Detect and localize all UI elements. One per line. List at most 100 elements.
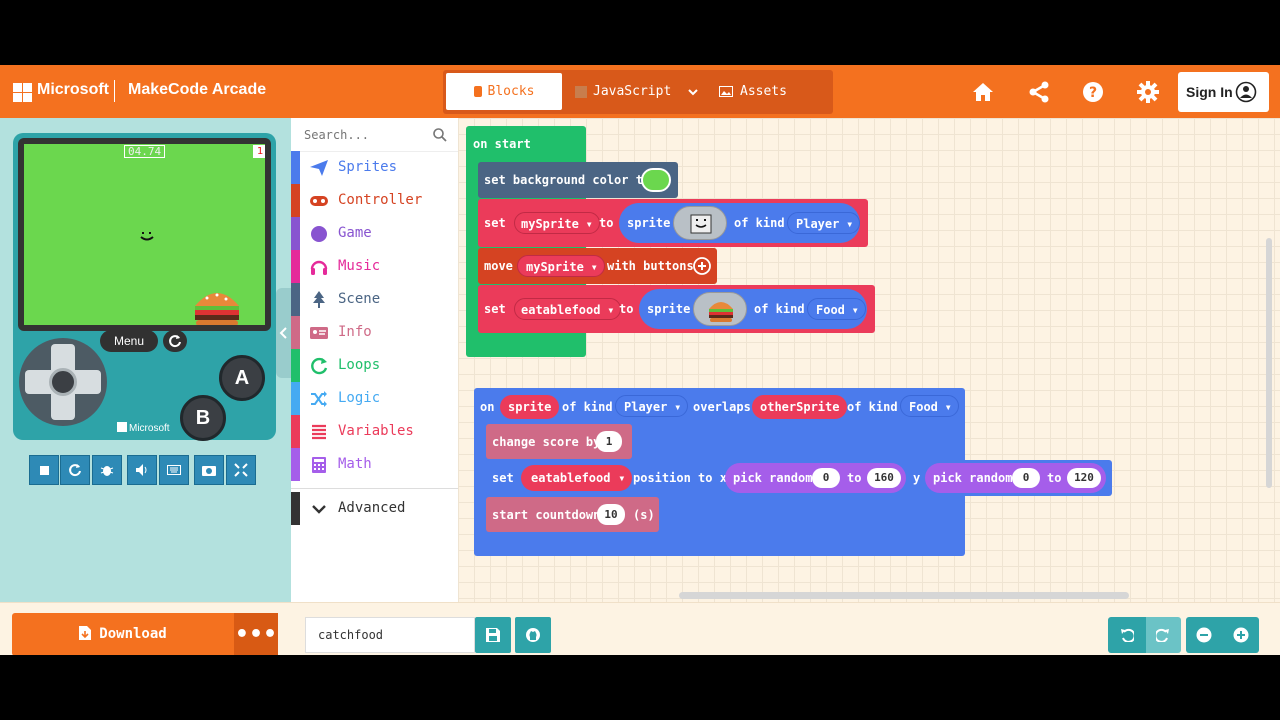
category-label: Music — [338, 258, 381, 274]
debug-button[interactable] — [92, 455, 122, 485]
set-background-block[interactable]: set background color to — [478, 162, 678, 198]
category-game[interactable]: Game — [291, 217, 458, 250]
sprite-image-picker[interactable] — [673, 206, 727, 240]
random-min-input[interactable]: 0 — [1012, 468, 1040, 488]
kind-dropdown[interactable]: Player ▾ — [615, 395, 689, 417]
player-sprite-icon — [140, 232, 154, 241]
brand-name[interactable]: Microsoft — [37, 81, 109, 99]
category-variables[interactable]: Variables — [291, 415, 458, 448]
dropdown-arrow-icon: ▾ — [618, 471, 626, 485]
category-math[interactable]: Math — [291, 448, 458, 481]
countdown-value-input[interactable]: 10 — [597, 504, 625, 525]
stop-button[interactable] — [29, 455, 59, 485]
random-max-input[interactable]: 120 — [1067, 468, 1101, 488]
sprite-image-picker[interactable] — [693, 292, 747, 326]
category-logic[interactable]: Logic — [291, 382, 458, 415]
redo-button[interactable] — [1146, 617, 1181, 653]
horizontal-scrollbar[interactable] — [679, 592, 1129, 599]
simulator-toolbar — [29, 455, 257, 485]
bug-icon — [100, 466, 114, 476]
set-eatablefood-block[interactable]: set eatablefood ▾ to sprite of kind Food ▾ — [478, 285, 875, 333]
project-name-input[interactable] — [305, 617, 475, 653]
random-min-input[interactable]: 0 — [812, 468, 840, 488]
color-swatch[interactable] — [641, 168, 671, 192]
score-value-input[interactable]: 1 — [596, 431, 622, 452]
sprite-param[interactable]: sprite — [500, 395, 560, 419]
dpad[interactable] — [19, 338, 107, 426]
tab-assets[interactable]: Assets — [708, 73, 830, 110]
tab-blocks[interactable]: Blocks — [446, 73, 562, 110]
menu-button[interactable]: Menu — [100, 330, 158, 352]
move-with-buttons-block[interactable]: move mySprite ▾ with buttons — [478, 248, 717, 284]
zoom-out-button[interactable] — [1186, 617, 1223, 653]
mysprite-dropdown[interactable]: mySprite ▾ — [514, 212, 600, 234]
app-title[interactable]: MakeCode Arcade — [128, 81, 266, 99]
list-icon — [312, 424, 326, 440]
category-advanced[interactable]: Advanced — [291, 492, 458, 525]
editor-tabs: Blocks JavaScript Assets — [443, 70, 833, 114]
change-score-label: change score by — [492, 435, 601, 449]
blocks-workspace[interactable]: on start set background color to set myS… — [458, 118, 1280, 602]
set-position-block[interactable]: set eatablefood ▾ position to x pick rand… — [486, 460, 1112, 496]
mysprite-dropdown[interactable]: mySprite ▾ — [517, 255, 605, 277]
sprite-of-kind-block[interactable]: sprite of kind Player ▾ — [619, 203, 861, 243]
search-input[interactable] — [304, 126, 424, 144]
game-screen[interactable]: 04.74 1 — [24, 144, 265, 325]
random-max-input[interactable]: 160 — [867, 468, 901, 488]
help-icon[interactable]: ? — [1081, 80, 1105, 104]
change-score-block[interactable]: change score by 1 — [486, 424, 632, 459]
kind-dropdown[interactable]: Food ▾ — [900, 395, 959, 417]
sprite-of-kind-block[interactable]: sprite of kind Food ▾ — [639, 289, 867, 329]
of-kind-label: of kind — [847, 400, 898, 414]
home-icon[interactable] — [971, 80, 995, 104]
start-countdown-block[interactable]: start countdown 10 (s) — [486, 497, 659, 532]
language-dropdown[interactable] — [680, 73, 706, 110]
tab-javascript-label: JavaScript — [593, 84, 672, 99]
start-countdown-label: start countdown — [492, 508, 601, 522]
dpad-center — [49, 368, 77, 396]
download-button[interactable]: Download — [12, 613, 234, 655]
button-b[interactable]: B — [180, 395, 226, 441]
save-button[interactable] — [475, 617, 511, 653]
settings-icon[interactable] — [1136, 80, 1160, 104]
category-info[interactable]: Info — [291, 316, 458, 349]
eatablefood-dropdown[interactable]: eatablefood ▾ — [521, 465, 633, 491]
eatablefood-dropdown[interactable]: eatablefood ▾ — [514, 298, 622, 320]
button-a[interactable]: A — [219, 355, 265, 401]
restart-button[interactable] — [163, 330, 187, 352]
github-icon — [526, 628, 540, 642]
more-options-button[interactable]: ••• — [234, 613, 278, 655]
refresh-icon — [169, 335, 181, 348]
game-console: 04.74 1 Menu A B Microsoft — [13, 133, 276, 441]
fullscreen-button[interactable] — [226, 455, 256, 485]
category-label: Math — [338, 456, 372, 472]
restart-sim-button[interactable] — [60, 455, 90, 485]
screenshot-button[interactable] — [194, 455, 224, 485]
set-mysprite-block[interactable]: set mySprite ▾ to sprite of kind Player ▾ — [478, 199, 868, 247]
category-music[interactable]: Music — [291, 250, 458, 283]
zoom-in-button[interactable] — [1223, 617, 1259, 653]
ellipsis-icon: ••• — [234, 622, 278, 647]
keyboard-button[interactable] — [159, 455, 189, 485]
category-controller[interactable]: Controller — [291, 184, 458, 217]
of-kind-label: of kind — [754, 302, 805, 316]
collapse-simulator-button[interactable] — [276, 288, 291, 378]
tab-javascript[interactable]: JavaScript — [563, 73, 680, 110]
pick-random-y-block[interactable]: pick random 0 to 120 — [925, 463, 1106, 493]
undo-button[interactable] — [1108, 617, 1146, 653]
category-loops[interactable]: Loops — [291, 349, 458, 382]
sign-in-button[interactable]: Sign In — [1178, 72, 1269, 112]
search-icon[interactable] — [433, 128, 447, 142]
share-icon[interactable] — [1027, 80, 1051, 104]
kind-dropdown[interactable]: Food ▾ — [807, 298, 866, 320]
pick-random-x-block[interactable]: pick random 0 to 160 — [725, 463, 906, 493]
vertical-scrollbar[interactable] — [1266, 238, 1272, 488]
kind-dropdown[interactable]: Player ▾ — [787, 212, 861, 234]
github-button[interactable] — [515, 617, 551, 653]
category-scene[interactable]: Scene — [291, 283, 458, 316]
mute-button[interactable] — [127, 455, 157, 485]
category-sprites[interactable]: Sprites — [291, 151, 458, 184]
other-sprite-param[interactable]: otherSprite — [752, 395, 848, 419]
shuffle-icon — [311, 391, 327, 407]
plus-circle-icon[interactable] — [693, 257, 711, 275]
